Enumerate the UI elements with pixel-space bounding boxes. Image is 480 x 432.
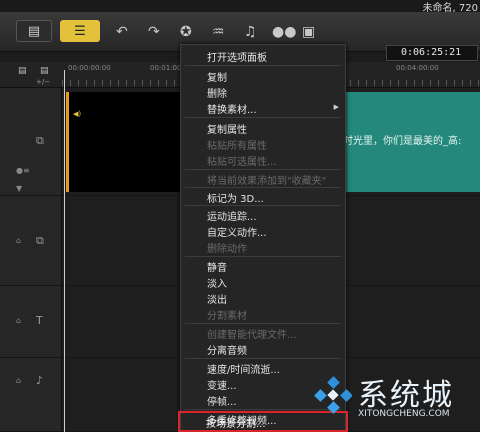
menu-item-split-by-scene-label: 按场景分割... <box>206 419 266 430</box>
menu-item-freeze-frame[interactable]: 停帧... <box>207 393 237 408</box>
menu-item-replace-clip[interactable]: 替换素材... <box>207 101 257 116</box>
expand-arrow-icon[interactable]: ▼ <box>16 184 22 193</box>
zoom-control-icon[interactable]: +/− <box>36 78 50 86</box>
watermark: 系统城 XITONGCHENG.COM <box>312 368 480 432</box>
overlay-track-header[interactable]: ⌂ ⧉ <box>0 196 62 286</box>
lock-icon[interactable]: ⌂ <box>16 316 21 325</box>
menu-item-mark-3d[interactable]: 标记为 3D... <box>207 190 264 205</box>
track-headers: ⧉ ●≡ ▼ ⌂ ⧉ ⌂ T ⌂ ♪ <box>0 88 62 432</box>
playhead[interactable] <box>64 70 65 432</box>
menu-item-speed-time-lapse[interactable]: 速度/时间流逝... <box>207 361 280 376</box>
menu-item-paste-all-attributes: 粘贴所有属性 <box>207 141 267 152</box>
menu-item-motion-tracking[interactable]: 运动追踪... <box>207 208 257 223</box>
watermark-title: 系统城 <box>358 378 454 413</box>
menu-item-split-audio[interactable]: 分离音频 <box>207 342 247 357</box>
storyboard-view-button[interactable]: ▤ <box>16 20 52 42</box>
auto-music-icon[interactable]: ♫ <box>244 24 257 40</box>
menu-item-variable-speed[interactable]: 变速... <box>207 377 237 392</box>
lock-icon[interactable]: ⌂ <box>16 376 21 385</box>
title-clip[interactable]: 时光里，你们是最美的_高: <box>342 92 480 192</box>
lock-icon[interactable]: ⌂ <box>16 236 21 245</box>
menu-separator <box>185 65 341 66</box>
menu-item-open-options[interactable]: 打开选项面板 <box>207 49 267 64</box>
menu-separator <box>185 358 341 359</box>
voice-track-header[interactable]: ⌂ ♪ <box>0 358 62 432</box>
watermark-url: XITONGCHENG.COM <box>358 409 450 419</box>
menu-item-fade-in[interactable]: 淡入 <box>207 275 227 290</box>
ruler-tick: 00:04:00:00 <box>396 64 439 72</box>
redo-icon[interactable]: ↷ <box>148 24 160 40</box>
subtitle-icon[interactable]: ▣ <box>302 24 315 40</box>
motion-icon[interactable]: ●● <box>272 24 296 40</box>
audio-mix-icon[interactable]: ♒ <box>212 24 225 40</box>
voice-track-icon: ♪ <box>36 374 44 387</box>
menu-separator <box>185 323 341 324</box>
site-logo-icon <box>314 376 352 414</box>
video-clip[interactable]: ◀) <box>66 92 186 192</box>
title-track-header[interactable]: ⌂ T <box>0 286 62 358</box>
title-track-icon: T <box>36 314 43 327</box>
title-bar: 未命名, 720 <box>0 0 480 14</box>
menu-item-custom-motion[interactable]: 自定义动作... <box>207 224 267 239</box>
clip-text: 时光里，你们是最美的_高: <box>343 136 462 147</box>
menu-separator <box>185 169 341 170</box>
menu-item-copy[interactable]: 复制 <box>207 69 227 84</box>
track-visibility-icon[interactable]: ●≡ <box>16 166 30 175</box>
menu-separator <box>185 187 341 188</box>
submenu-arrow-icon: ▶ <box>333 103 339 111</box>
video-track-icon: ⧉ <box>36 134 44 147</box>
menu-item-delete[interactable]: 删除 <box>207 85 227 100</box>
timecode-display[interactable]: 0:06:25:21 <box>386 45 478 61</box>
menu-separator <box>185 117 341 118</box>
chapter-icon[interactable]: ▤ <box>40 66 49 76</box>
timeline-view-button[interactable]: ☰ <box>60 20 100 42</box>
speaker-icon: ◀) <box>73 110 82 118</box>
menu-item-mute[interactable]: 静音 <box>207 259 227 274</box>
menu-item-delete-motion: 删除动作 <box>207 244 247 255</box>
menu-separator <box>185 256 341 257</box>
menu-item-create-proxy: 创建智能代理文件... <box>207 330 297 341</box>
film-strip-icon: ▤ <box>27 23 41 39</box>
track-manager-icon[interactable]: ▤ <box>18 66 27 76</box>
overlay-track-icon: ⧉ <box>36 234 44 247</box>
menu-separator <box>185 205 341 206</box>
menu-item-fade-out[interactable]: 淡出 <box>207 291 227 306</box>
video-track-header[interactable]: ⧉ ●≡ ▼ <box>0 88 62 196</box>
ruler-tick: 00:00:00:00 <box>68 64 111 72</box>
menu-item-copy-attributes[interactable]: 复制属性 <box>207 121 247 136</box>
record-capture-icon[interactable]: ✪ <box>180 24 192 40</box>
timeline-icon: ☰ <box>74 23 86 39</box>
undo-icon[interactable]: ↶ <box>116 24 128 40</box>
menu-item-split-clip: 分割素材 <box>207 311 247 322</box>
menu-item-paste-selected-attributes: 粘贴可选属性... <box>207 157 277 168</box>
menu-item-add-to-favorites: 将当前效果添加到"收藏夹" <box>207 176 327 187</box>
